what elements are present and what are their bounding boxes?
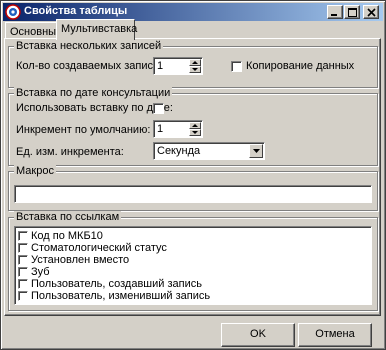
maximize-icon (348, 8, 357, 17)
increment-unit-dropdown-button[interactable] (249, 144, 263, 158)
app-logo-icon (5, 4, 21, 20)
window-title: Свойства таблицы (24, 5, 128, 17)
tab-multi-insert-label: Мультивставка (61, 23, 138, 35)
ok-button-label: OK (250, 328, 266, 340)
macro-input[interactable] (14, 185, 372, 203)
group-date-insert-title: Вставка по дате консультации (14, 87, 173, 99)
list-item[interactable]: Стоматологический статус (18, 242, 167, 254)
spin-down-button[interactable] (189, 66, 201, 73)
close-icon (367, 8, 376, 17)
minimize-icon (331, 14, 337, 16)
default-increment-value: 1 (157, 123, 164, 135)
spin-down-button[interactable] (189, 129, 201, 136)
group-macro-title: Макрос (14, 165, 56, 177)
list-item-checkbox[interactable] (18, 267, 28, 277)
tab-main-label: Основные (10, 26, 63, 38)
record-count-value: 1 (157, 60, 164, 72)
list-item-checkbox[interactable] (18, 279, 28, 289)
use-date-insert-checkbox[interactable] (153, 103, 164, 114)
dialog-window: Свойства таблицы Основные Мультивставка … (0, 0, 386, 350)
list-item-label: Код по МКБ10 (31, 230, 103, 242)
use-date-insert-label: Использовать вставку по дате: (16, 102, 173, 114)
list-item-checkbox[interactable] (18, 291, 28, 301)
list-item[interactable]: Код по МКБ10 (18, 230, 103, 242)
spin-up-button[interactable] (189, 59, 201, 66)
list-item-label: Пользователь, изменивший запись (31, 290, 211, 302)
default-increment-label: Инкремент по умолчанию: (16, 124, 151, 136)
record-count-label: Кол-во создаваемых записей: (16, 60, 169, 72)
list-item-checkbox[interactable] (18, 231, 28, 241)
group-link-insert-title: Вставка по ссылкам (14, 211, 122, 223)
record-count-spin-buttons (189, 59, 201, 73)
copy-data-checkbox[interactable] (231, 61, 242, 72)
list-item[interactable]: Зуб (18, 266, 50, 278)
tab-main[interactable]: Основные (5, 22, 62, 38)
increment-unit-label: Ед. изм. инкремента: (16, 146, 124, 158)
list-item[interactable]: Установлен вместо (18, 254, 129, 266)
record-count-spinner[interactable]: 1 (153, 57, 203, 75)
list-item-label: Стоматологический статус (31, 242, 167, 254)
list-item-checkbox[interactable] (18, 255, 28, 265)
list-item[interactable]: Пользователь, создавший запись (18, 278, 202, 290)
close-button[interactable] (363, 5, 379, 19)
chevron-down-icon (253, 149, 260, 153)
list-item-label: Установлен вместо (31, 254, 130, 266)
maximize-button[interactable] (344, 5, 360, 19)
ok-button[interactable]: OK (221, 323, 295, 347)
list-item-label: Пользователь, создавший запись (31, 278, 202, 290)
arrow-up-icon (192, 124, 198, 127)
arrow-up-icon (192, 61, 198, 64)
list-item[interactable]: Пользователь, изменивший запись (18, 290, 210, 302)
arrow-down-icon (192, 131, 198, 134)
default-increment-spinner[interactable]: 1 (153, 120, 203, 138)
tab-multi-insert[interactable]: Мультивставка (56, 19, 138, 40)
list-item-checkbox[interactable] (18, 243, 28, 253)
arrow-down-icon (192, 68, 198, 71)
default-increment-spin-buttons (189, 122, 201, 136)
spin-up-button[interactable] (189, 122, 201, 129)
cancel-button[interactable]: Отмена (298, 323, 372, 347)
increment-unit-select[interactable]: Секунда (153, 142, 265, 160)
group-multi-insert-title: Вставка нескольких записей (14, 40, 164, 52)
list-item-label: Зуб (31, 266, 50, 278)
link-fields-list[interactable]: Код по МКБ10 Стоматологический статус Ус… (14, 226, 372, 305)
minimize-button[interactable] (327, 5, 343, 19)
copy-data-label[interactable]: Копирование данных (246, 60, 354, 72)
increment-unit-value: Секунда (157, 145, 201, 157)
cancel-button-label: Отмена (315, 328, 355, 340)
